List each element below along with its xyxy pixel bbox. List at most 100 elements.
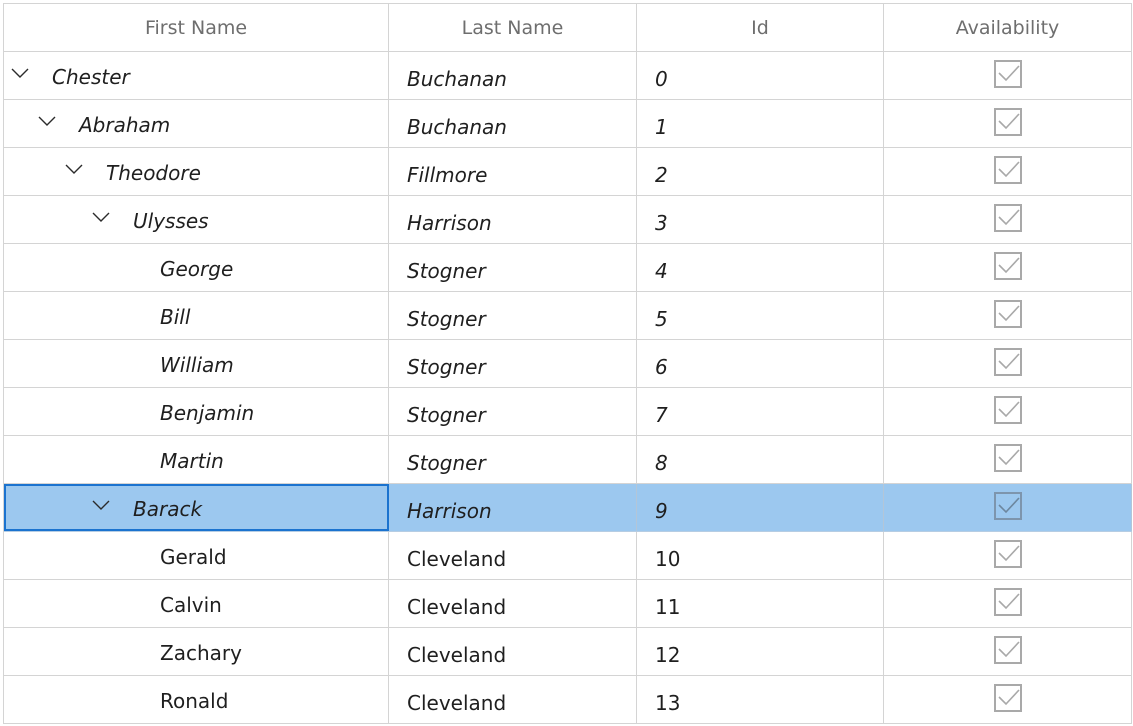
id-cell[interactable]: 6: [637, 340, 884, 387]
availability-cell: [884, 100, 1132, 147]
first-name-text: Benjamin: [160, 401, 255, 425]
first-name-cell[interactable]: Abraham: [4, 100, 389, 147]
availability-checkbox[interactable]: [993, 587, 1022, 616]
last-name-cell[interactable]: Cleveland: [389, 676, 637, 723]
column-header-availability[interactable]: Availability: [884, 4, 1132, 51]
last-name-cell[interactable]: Cleveland: [389, 532, 637, 579]
id-cell[interactable]: 2: [637, 148, 884, 195]
first-name-cell[interactable]: Gerald: [4, 532, 389, 579]
chevron-down-icon[interactable]: [37, 115, 57, 127]
id-cell[interactable]: 3: [637, 196, 884, 243]
availability-checkbox[interactable]: [993, 299, 1022, 328]
table-row[interactable]: Chester Buchanan 0: [4, 52, 1132, 100]
availability-checkbox[interactable]: [993, 443, 1022, 472]
availability-checkbox[interactable]: [993, 155, 1022, 184]
last-name-cell[interactable]: Buchanan: [389, 100, 637, 147]
availability-cell: [884, 196, 1132, 243]
id-cell[interactable]: 10: [637, 532, 884, 579]
id-cell[interactable]: 0: [637, 52, 884, 99]
availability-cell: [884, 628, 1132, 675]
table-row[interactable]: Martin Stogner 8: [4, 436, 1132, 484]
chevron-down-icon[interactable]: [91, 499, 111, 511]
table-row[interactable]: George Stogner 4: [4, 244, 1132, 292]
last-name-cell[interactable]: Harrison: [389, 484, 637, 531]
last-name-cell[interactable]: Stogner: [389, 388, 637, 435]
last-name-cell[interactable]: Cleveland: [389, 580, 637, 627]
first-name-cell[interactable]: Calvin: [4, 580, 389, 627]
availability-cell: [884, 148, 1132, 195]
availability-cell: [884, 484, 1132, 531]
first-name-cell[interactable]: Barack: [4, 484, 389, 531]
first-name-cell[interactable]: William: [4, 340, 389, 387]
availability-checkbox[interactable]: [993, 107, 1022, 136]
first-name-cell[interactable]: Chester: [4, 52, 389, 99]
last-name-cell[interactable]: Stogner: [389, 292, 637, 339]
availability-cell: [884, 52, 1132, 99]
availability-cell: [884, 292, 1132, 339]
table-row[interactable]: Zachary Cleveland 12: [4, 628, 1132, 676]
availability-checkbox[interactable]: [993, 251, 1022, 280]
last-name-cell[interactable]: Cleveland: [389, 628, 637, 675]
availability-cell: [884, 532, 1132, 579]
availability-checkbox[interactable]: [993, 539, 1022, 568]
tree-grid: First Name Last Name Id Availability Che…: [3, 3, 1132, 724]
availability-cell: [884, 580, 1132, 627]
first-name-cell[interactable]: Theodore: [4, 148, 389, 195]
last-name-cell[interactable]: Stogner: [389, 436, 637, 483]
first-name-cell[interactable]: Zachary: [4, 628, 389, 675]
last-name-cell[interactable]: Harrison: [389, 196, 637, 243]
first-name-text: Ronald: [160, 689, 229, 713]
availability-checkbox[interactable]: [993, 203, 1022, 232]
first-name-cell[interactable]: Ulysses: [4, 196, 389, 243]
last-name-cell[interactable]: Stogner: [389, 244, 637, 291]
column-header-id[interactable]: Id: [637, 4, 884, 51]
column-header-last-name[interactable]: Last Name: [389, 4, 637, 51]
first-name-cell[interactable]: Ronald: [4, 676, 389, 723]
table-row[interactable]: Abraham Buchanan 1: [4, 100, 1132, 148]
id-cell[interactable]: 4: [637, 244, 884, 291]
availability-checkbox[interactable]: [993, 491, 1022, 520]
id-cell[interactable]: 1: [637, 100, 884, 147]
id-cell[interactable]: 5: [637, 292, 884, 339]
chevron-down-icon[interactable]: [91, 211, 111, 223]
last-name-cell[interactable]: Buchanan: [389, 52, 637, 99]
availability-cell: [884, 676, 1132, 723]
first-name-text: Martin: [160, 449, 224, 473]
table-row[interactable]: William Stogner 6: [4, 340, 1132, 388]
last-name-cell[interactable]: Fillmore: [389, 148, 637, 195]
availability-checkbox[interactable]: [993, 59, 1022, 88]
availability-cell: [884, 436, 1132, 483]
column-header-first-name[interactable]: First Name: [4, 4, 389, 51]
id-cell[interactable]: 7: [637, 388, 884, 435]
table-row[interactable]: Calvin Cleveland 11: [4, 580, 1132, 628]
first-name-text: Theodore: [106, 161, 201, 185]
first-name-cell[interactable]: Martin: [4, 436, 389, 483]
table-row[interactable]: Benjamin Stogner 7: [4, 388, 1132, 436]
first-name-text: Chester: [52, 65, 130, 89]
first-name-cell[interactable]: Bill: [4, 292, 389, 339]
availability-checkbox[interactable]: [993, 347, 1022, 376]
first-name-cell[interactable]: Benjamin: [4, 388, 389, 435]
availability-cell: [884, 388, 1132, 435]
last-name-cell[interactable]: Stogner: [389, 340, 637, 387]
table-row[interactable]: Bill Stogner 5: [4, 292, 1132, 340]
table-row[interactable]: Gerald Cleveland 10: [4, 532, 1132, 580]
id-cell[interactable]: 12: [637, 628, 884, 675]
availability-checkbox[interactable]: [993, 395, 1022, 424]
header-row: First Name Last Name Id Availability: [4, 4, 1132, 52]
availability-checkbox[interactable]: [993, 635, 1022, 664]
id-cell[interactable]: 8: [637, 436, 884, 483]
chevron-down-icon[interactable]: [64, 163, 84, 175]
id-cell[interactable]: 11: [637, 580, 884, 627]
first-name-text: Barack: [133, 497, 203, 521]
first-name-cell[interactable]: George: [4, 244, 389, 291]
chevron-down-icon[interactable]: [10, 67, 30, 79]
table-row[interactable]: Theodore Fillmore 2: [4, 148, 1132, 196]
availability-checkbox[interactable]: [993, 683, 1022, 712]
table-row[interactable]: Ronald Cleveland 13: [4, 676, 1132, 724]
id-cell[interactable]: 9: [637, 484, 884, 531]
table-row[interactable]: Ulysses Harrison 3: [4, 196, 1132, 244]
id-cell[interactable]: 13: [637, 676, 884, 723]
table-row[interactable]: Barack Harrison 9: [4, 484, 1132, 532]
first-name-text: Bill: [160, 305, 191, 329]
